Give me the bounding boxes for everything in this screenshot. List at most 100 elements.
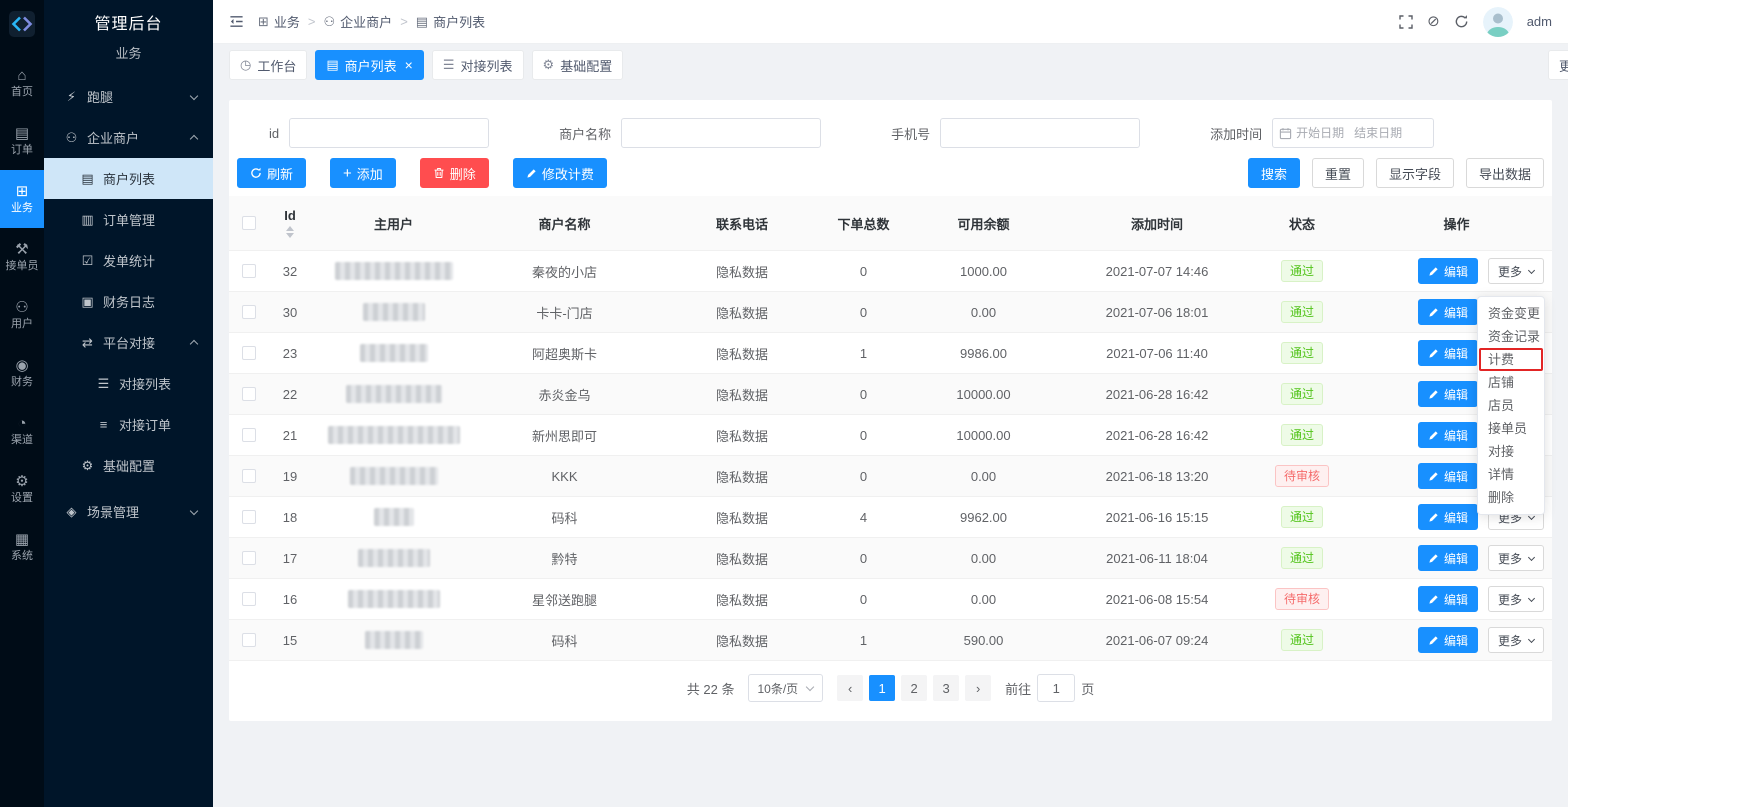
dropdown-item-fund-change[interactable]: 资金变更 <box>1478 302 1544 325</box>
tab-workbench[interactable]: ◷工作台 <box>229 50 307 80</box>
row-checkbox[interactable] <box>242 387 256 401</box>
rail-item-users[interactable]: ⚇用户 <box>0 286 44 344</box>
reset-button[interactable]: 重置 <box>1312 158 1364 188</box>
sidebar-item-connect-list[interactable]: ☰对接列表 <box>44 363 213 404</box>
goto-page-input[interactable] <box>1037 674 1075 702</box>
edit-button[interactable]: 编辑 <box>1418 340 1478 366</box>
more-button[interactable]: 更多 <box>1488 258 1544 284</box>
sidebar-item-connect-order[interactable]: ≡对接订单 <box>44 404 213 445</box>
edit-button[interactable]: 编辑 <box>1418 586 1478 612</box>
row-checkbox[interactable] <box>242 346 256 360</box>
username[interactable]: adm <box>1527 14 1552 29</box>
rail-item-finance[interactable]: ◉财务 <box>0 344 44 402</box>
sort-desc-icon[interactable] <box>286 233 294 238</box>
tab-merchant-list[interactable]: ▤商户列表× <box>315 50 424 80</box>
fullscreen-button[interactable] <box>1399 15 1413 29</box>
tabs-more-button[interactable]: 更多 <box>1548 50 1568 80</box>
sidebar-item-order-manage[interactable]: ▥订单管理 <box>44 199 213 240</box>
phone-input[interactable] <box>940 118 1140 148</box>
tab-base-config[interactable]: ⚙基础配置 <box>532 50 624 80</box>
end-date-input[interactable] <box>1354 126 1408 140</box>
sidebar-item-finance-log[interactable]: ▣财务日志 <box>44 281 213 322</box>
more-button[interactable]: 更多 <box>1488 545 1544 571</box>
breadcrumb-item-business[interactable]: ⊞业务 <box>258 12 300 31</box>
rail-item-courier[interactable]: ⚒接单员 <box>0 228 44 286</box>
more-button[interactable]: 更多 <box>1488 586 1544 612</box>
edit-button[interactable]: 编辑 <box>1418 463 1478 489</box>
breadcrumb-item-enterprise-merchant[interactable]: ⚇企业商户 <box>324 12 393 31</box>
courier-icon: ⚒ <box>15 242 28 257</box>
edit-button[interactable]: 编辑 <box>1418 299 1478 325</box>
rail-item-system[interactable]: ▦系统 <box>0 518 44 576</box>
search-button[interactable]: 搜索 <box>1248 158 1300 188</box>
cell-main-user <box>311 620 476 660</box>
dropdown-item-shop[interactable]: 店铺 <box>1478 371 1544 394</box>
refresh-button[interactable]: 刷新 <box>237 158 306 188</box>
dropdown-item-detail[interactable]: 详情 <box>1478 463 1544 486</box>
rail-item-home[interactable]: ⌂首页 <box>0 54 44 112</box>
sidebar-item-enterprise-merchant[interactable]: ⚇企业商户 <box>44 117 213 158</box>
breadcrumb-item-merchant-list[interactable]: ▤商户列表 <box>416 12 485 31</box>
user-avatar[interactable] <box>1483 7 1513 37</box>
row-checkbox[interactable] <box>242 551 256 565</box>
dropdown-item-connect[interactable]: 对接 <box>1478 440 1544 463</box>
dropdown-item-courier[interactable]: 接单员 <box>1478 417 1544 440</box>
edit-button[interactable]: 编辑 <box>1418 258 1478 284</box>
refresh-page-button[interactable] <box>1454 14 1469 29</box>
page-button-3[interactable]: 3 <box>933 675 959 701</box>
row-checkbox[interactable] <box>242 592 256 606</box>
dropdown-item-fund-record[interactable]: 资金记录 <box>1478 325 1544 348</box>
rail-item-channel[interactable]: ◔渠道 <box>0 402 44 460</box>
dropdown-item-billing[interactable]: 计费 <box>1478 348 1544 371</box>
row-checkbox[interactable] <box>242 633 256 647</box>
cell-select <box>229 374 269 414</box>
edit-button[interactable]: 编辑 <box>1418 545 1478 571</box>
more-button[interactable]: 更多 <box>1488 627 1544 653</box>
page-size-select[interactable]: 10条/页 <box>748 674 823 702</box>
edit-button[interactable]: 编辑 <box>1418 627 1478 653</box>
add-button[interactable]: + 添加 <box>330 158 396 188</box>
sidebar-item-errand[interactable]: ⚡跑腿 <box>44 76 213 117</box>
sort-carets-icon[interactable] <box>286 226 294 238</box>
delete-button[interactable]: 删除 <box>420 158 489 188</box>
dropdown-item-clerk[interactable]: 店员 <box>1478 394 1544 417</box>
sidebar-item-dispatch-stats[interactable]: ☑发单统计 <box>44 240 213 281</box>
rail-item-business[interactable]: ⊞业务 <box>0 170 44 228</box>
edit-button[interactable]: 编辑 <box>1418 504 1478 530</box>
sidebar-item-base-config[interactable]: ⚙基础配置 <box>44 445 213 486</box>
next-page-button[interactable]: › <box>965 675 991 701</box>
rail-item-orders[interactable]: ▤订单 <box>0 112 44 170</box>
row-checkbox[interactable] <box>242 428 256 442</box>
more-label: 更多 <box>1498 591 1522 608</box>
prev-page-button[interactable]: ‹ <box>837 675 863 701</box>
app-logo[interactable] <box>0 0 44 48</box>
show-fields-button[interactable]: 显示字段 <box>1376 158 1454 188</box>
close-icon[interactable]: × <box>405 57 413 73</box>
cell-select <box>229 292 269 332</box>
start-date-input[interactable] <box>1296 126 1350 140</box>
merchant-name-input[interactable] <box>621 118 821 148</box>
dropdown-item-delete[interactable]: 删除 <box>1478 486 1544 509</box>
date-range-picker[interactable] <box>1272 118 1434 148</box>
sidebar-item-merchant-list[interactable]: ▤商户列表 <box>44 158 213 199</box>
row-checkbox[interactable] <box>242 469 256 483</box>
menu-fold-button[interactable] <box>229 14 244 29</box>
edit-button[interactable]: 编辑 <box>1418 381 1478 407</box>
export-button[interactable]: 导出数据 <box>1466 158 1544 188</box>
page-button-1[interactable]: 1 <box>869 675 895 701</box>
modify-billing-button[interactable]: 修改计费 <box>513 158 607 188</box>
rail-item-settings[interactable]: ⚙设置 <box>0 460 44 518</box>
row-checkbox[interactable] <box>242 510 256 524</box>
tab-connect-list[interactable]: ☰对接列表 <box>432 50 524 80</box>
sidebar-item-platform-connect[interactable]: ⇄平台对接 <box>44 322 213 363</box>
column-label: 状态 <box>1289 214 1315 233</box>
page-button-2[interactable]: 2 <box>901 675 927 701</box>
do-not-disturb-button[interactable]: ⊘ <box>1427 14 1440 29</box>
edit-button[interactable]: 编辑 <box>1418 422 1478 448</box>
select-all-checkbox[interactable] <box>242 216 256 230</box>
row-checkbox[interactable] <box>242 305 256 319</box>
sort-asc-icon[interactable] <box>286 226 294 231</box>
sidebar-item-scene-manage[interactable]: ◈场景管理 <box>44 491 213 532</box>
id-input[interactable] <box>289 118 489 148</box>
row-checkbox[interactable] <box>242 264 256 278</box>
